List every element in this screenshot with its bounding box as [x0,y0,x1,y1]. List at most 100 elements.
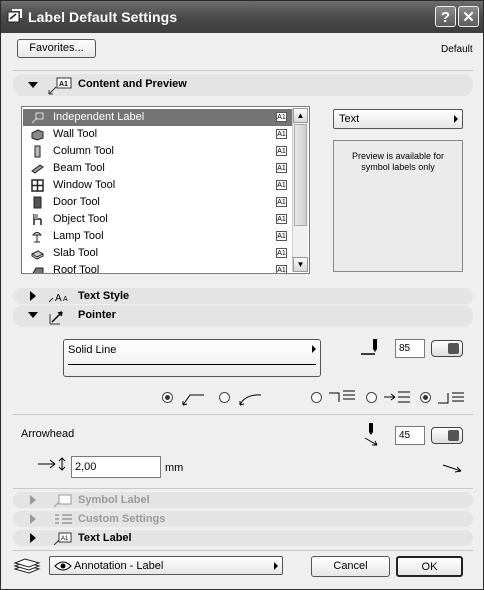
app-icon [7,9,22,23]
column-icon [34,145,41,158]
label-type-select[interactable]: Text [333,109,463,129]
arrow-pen-icon [364,423,378,446]
label-type-value: Text [339,113,360,125]
section-title: Text Style [78,290,130,302]
label-badge: A1 [276,231,287,241]
collapse-arrow-icon[interactable] [30,533,36,543]
label-badge: A1 [276,265,287,274]
list-item[interactable]: Wall Tool A1 [23,126,293,143]
arrowhead-type-icon[interactable] [441,460,465,476]
pen-color-swatch[interactable] [431,340,463,357]
cancel-button[interactable]: Cancel [311,556,390,577]
section-custom-settings[interactable]: Custom Settings [13,511,473,527]
title-bar: Label Default Settings ? ✕ [1,1,483,33]
section-title: Text Label [78,532,132,544]
line-type-select[interactable]: Solid Line [63,339,321,377]
line-type-value: Solid Line [68,344,117,356]
label-badge: A1 [276,129,287,139]
window-icon [31,179,44,192]
slab-icon [31,250,44,260]
arrow-size-field[interactable]: 2,00 [71,456,161,478]
layer-select[interactable]: Annotation - Label [49,556,283,575]
beam-icon [31,164,44,174]
close-button[interactable]: ✕ [458,6,479,27]
svg-text:A: A [63,296,68,303]
ok-button[interactable]: OK [396,556,463,577]
lamp-icon [31,232,43,243]
dialog-window: Label Default Settings ? ✕ Favorites... … [0,0,484,590]
scroll-thumb[interactable] [294,124,307,226]
dropdown-arrow-icon [312,345,316,353]
scroll-up-icon[interactable]: ▲ [293,108,308,123]
section-symbol-label[interactable]: Symbol Label [13,492,473,508]
collapse-arrow-icon[interactable] [30,495,36,505]
tool-list[interactable]: Independent Label A1 Wall Tool A1 Column… [21,106,310,274]
svg-text:A1: A1 [59,81,68,88]
layers-icon [13,558,41,574]
list-item[interactable]: Lamp Tool A1 [23,228,293,245]
label-badge: A1 [276,197,287,207]
list-item[interactable]: Window Tool A1 [23,177,293,194]
list-item[interactable]: Beam Tool A1 [23,160,293,177]
wall-icon [31,129,44,141]
list-scrollbar[interactable]: ▲ ▼ [292,108,308,272]
arrow-pen-color-swatch[interactable] [431,427,463,444]
door-icon [33,196,42,209]
scroll-down-icon[interactable]: ▼ [293,257,308,272]
shape-radio-straight[interactable] [162,392,173,403]
section-title: Custom Settings [78,513,166,525]
anchor-middle-icon [384,391,410,403]
section-content-preview[interactable]: A1 Content and Preview [13,74,473,96]
section-text-style[interactable]: A A Text Style [13,288,473,304]
line-preview [68,364,316,365]
layer-value: Annotation - Label [74,560,164,572]
list-item[interactable]: Object Tool A1 [23,211,293,228]
arrow-pen-field[interactable]: 45 [395,426,425,445]
anchor-radio-middle[interactable] [366,392,377,403]
label-icon [31,112,44,124]
dropdown-arrow-icon [274,562,278,570]
list-item[interactable]: Roof Tool A1 [23,262,293,274]
anchor-radio-bottom[interactable] [420,392,431,403]
text-label-icon: A1 [53,532,72,546]
divider [13,414,473,415]
arrow-size-icon [38,457,66,471]
label-badge: A1 [276,180,287,190]
pointer-icon [49,311,63,325]
collapse-arrow-icon[interactable] [30,291,36,301]
symbol-label-icon [53,494,72,508]
content-preview-icon: A1 [48,77,72,95]
list-item[interactable]: Independent Label A1 [23,109,293,126]
section-text-label[interactable]: A1 Text Label [13,530,473,546]
help-button[interactable]: ? [435,6,456,27]
section-pointer[interactable]: Pointer [13,305,473,327]
section-title: Symbol Label [78,494,150,506]
collapse-arrow-icon[interactable] [30,514,36,524]
custom-settings-icon [55,514,72,524]
dropdown-arrow-icon [454,115,458,123]
label-badge: A1 [276,163,287,173]
expand-arrow-icon[interactable] [28,312,38,318]
default-label: Default [441,44,473,55]
roof-icon [32,267,44,273]
anchor-radio-top[interactable] [311,392,322,403]
pointer-straight-icon [182,394,204,406]
section-title: Content and Preview [78,78,187,90]
preview-note: Preview is available for symbol labels o… [351,151,445,172]
section-title: Pointer [78,309,116,321]
shape-radio-curved[interactable] [219,392,230,403]
pen-number-field[interactable]: 85 [395,339,425,358]
list-item[interactable]: Door Tool A1 [23,194,293,211]
svg-text:A: A [55,293,62,304]
list-item[interactable]: Slab Tool A1 [23,245,293,262]
unit-label: mm [165,462,184,474]
arrowhead-label: Arrowhead [21,428,75,440]
text-style-icon: A A [48,293,68,304]
label-badge: A1 [276,248,287,258]
list-item[interactable]: Column Tool A1 [23,143,293,160]
favorites-button[interactable]: Favorites... [17,39,96,58]
divider [13,488,473,489]
label-badge: A1 [276,146,287,156]
expand-arrow-icon[interactable] [28,82,38,88]
label-badge: A1 [276,112,287,122]
